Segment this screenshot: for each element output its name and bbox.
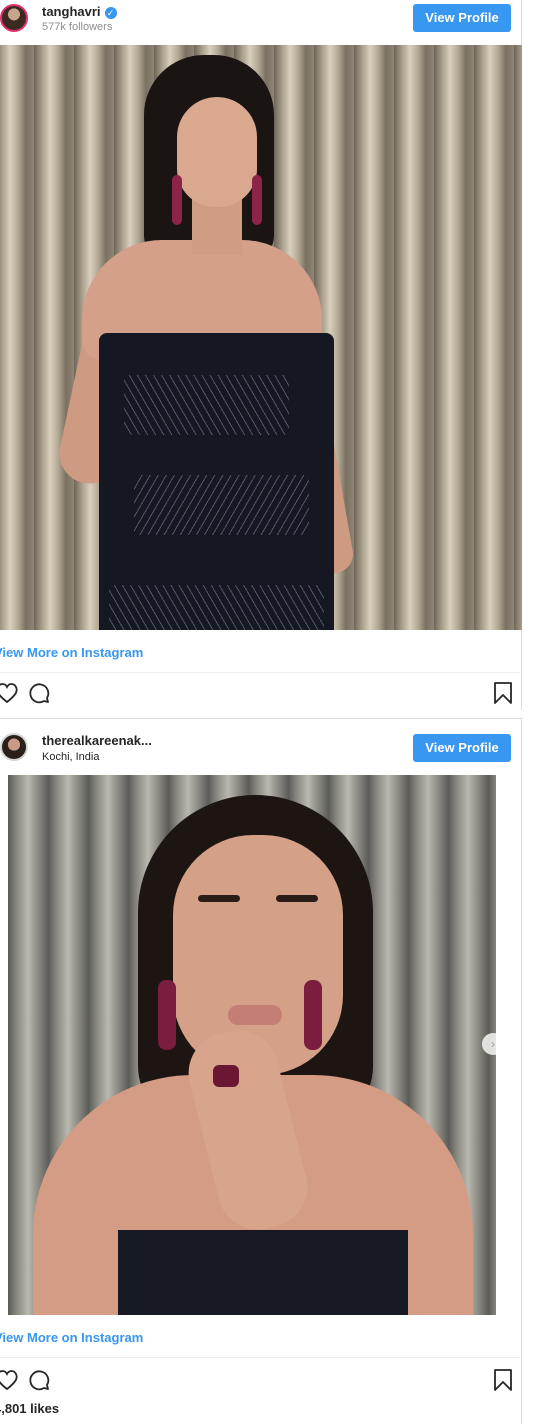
view-more-link[interactable]: View More on Instagram	[0, 645, 143, 660]
post-image[interactable]: ›	[8, 775, 496, 1315]
location-link[interactable]: Kochi, India	[42, 751, 99, 763]
instagram-embed-2: therealkareenak... Kochi, India View Pro…	[0, 718, 522, 1424]
like-count[interactable]: 4,801 likes	[0, 1401, 59, 1416]
avatar[interactable]	[0, 733, 28, 761]
username-link[interactable]: therealkareenak...	[42, 733, 152, 748]
action-bar	[0, 680, 522, 708]
bookmark-icon[interactable]	[490, 680, 516, 706]
comment-icon[interactable]	[26, 1367, 52, 1393]
heart-icon[interactable]	[0, 1367, 20, 1393]
view-profile-button[interactable]: View Profile	[413, 4, 511, 32]
view-profile-button[interactable]: View Profile	[413, 734, 511, 762]
username-text: tanghavri	[42, 4, 101, 19]
view-more-link[interactable]: View More on Instagram	[0, 1330, 143, 1345]
action-bar	[0, 1367, 522, 1395]
verified-badge-icon: ✓	[104, 7, 117, 19]
black-dress	[118, 1230, 408, 1315]
post-image[interactable]	[0, 45, 522, 630]
username-link[interactable]: tanghavri ✓	[42, 4, 117, 19]
comment-icon[interactable]	[26, 680, 52, 706]
instagram-embed-1: tanghavri ✓ 577k followers View Profile V…	[0, 0, 522, 710]
post-header: therealkareenak... Kochi, India View Pro…	[0, 719, 522, 763]
divider	[0, 1357, 522, 1358]
heart-icon[interactable]	[0, 680, 20, 706]
avatar[interactable]	[0, 4, 28, 32]
follower-count: 577k followers	[42, 21, 113, 33]
bookmark-icon[interactable]	[490, 1367, 516, 1393]
divider	[0, 672, 522, 673]
post-header: tanghavri ✓ 577k followers View Profile	[0, 0, 522, 44]
